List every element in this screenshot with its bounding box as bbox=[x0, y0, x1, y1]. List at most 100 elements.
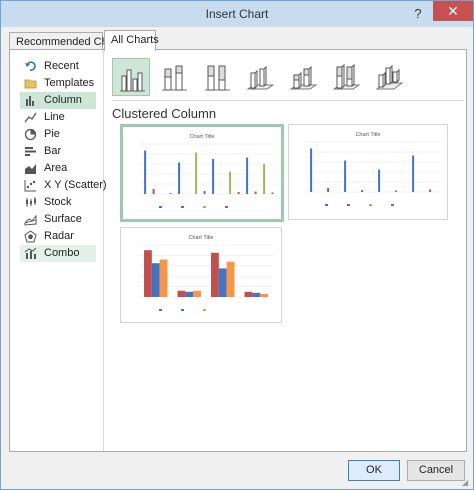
preview-bar bbox=[211, 252, 219, 297]
preview-bar bbox=[159, 259, 168, 297]
preview-bar bbox=[152, 189, 155, 194]
preview-bar bbox=[271, 192, 274, 194]
preview-bar bbox=[193, 290, 201, 297]
preview-chart-2: Chart Title bbox=[305, 132, 441, 206]
preview-bar bbox=[327, 188, 330, 192]
cancel-button[interactable]: Cancel bbox=[407, 460, 465, 481]
divider bbox=[112, 100, 464, 101]
preview-bar bbox=[144, 150, 147, 194]
sidebar-item-radar[interactable]: Radar bbox=[20, 228, 96, 245]
3d-clustered-column-button[interactable] bbox=[241, 58, 279, 96]
preview-legend-swatch bbox=[369, 204, 372, 206]
3d-stacked-column-icon bbox=[289, 65, 317, 90]
all-charts-panel: Recent Templates Column Line Pie Bar Are… bbox=[9, 49, 467, 452]
preview-bar bbox=[203, 191, 206, 194]
preview-chart-title: Chart Title bbox=[189, 134, 214, 140]
pie-chart-icon bbox=[24, 128, 37, 141]
preview-bar bbox=[395, 190, 398, 192]
sidebar-item-xy-scatter[interactable]: X Y (Scatter) bbox=[20, 177, 107, 194]
preview-bar bbox=[260, 293, 268, 297]
preview-legend-swatch bbox=[225, 206, 228, 208]
line-chart-icon bbox=[24, 111, 37, 124]
preview-bar bbox=[212, 159, 215, 194]
sidebar-item-label: Radar bbox=[44, 230, 74, 242]
ok-button[interactable]: OK bbox=[348, 460, 400, 481]
preview-bar bbox=[429, 189, 432, 192]
3d-100-stacked-column-icon bbox=[332, 63, 360, 90]
100-stacked-column-button[interactable] bbox=[198, 58, 236, 96]
chart-preview-1[interactable]: Chart Title bbox=[120, 124, 284, 222]
sidebar-item-recent[interactable]: Recent bbox=[20, 58, 96, 75]
preview-bar bbox=[254, 191, 257, 194]
folder-icon bbox=[24, 77, 37, 90]
chart-preview-2[interactable]: Chart Title bbox=[288, 124, 448, 220]
preview-legend-swatch bbox=[203, 206, 206, 208]
sidebar-item-area[interactable]: Area bbox=[20, 160, 96, 177]
title-bar: Insert Chart ? ✕ bbox=[1, 1, 473, 27]
preview-legend-swatch bbox=[181, 206, 184, 208]
preview-bar bbox=[226, 261, 235, 297]
preview-bar bbox=[237, 192, 240, 194]
preview-bar bbox=[169, 193, 172, 194]
preview-legend-swatch bbox=[391, 204, 394, 206]
preview-bar bbox=[144, 250, 152, 297]
3d-100-stacked-column-button[interactable] bbox=[327, 58, 365, 96]
sidebar-item-label: Combo bbox=[44, 247, 80, 259]
scatter-chart-icon bbox=[24, 179, 37, 192]
preview-bar bbox=[378, 169, 381, 192]
preview-bar bbox=[244, 291, 253, 297]
preview-legend-swatch bbox=[181, 309, 184, 311]
preview-bar bbox=[246, 157, 249, 194]
bar-chart-icon bbox=[24, 145, 37, 158]
preview-bar bbox=[178, 162, 181, 194]
stacked-column-button[interactable] bbox=[155, 58, 193, 96]
preview-bar bbox=[151, 263, 160, 297]
sidebar-item-label: X Y (Scatter) bbox=[44, 179, 107, 191]
100-stacked-column-icon bbox=[205, 65, 230, 91]
sidebar-item-label: Stock bbox=[44, 196, 72, 208]
preview-legend-swatch bbox=[159, 206, 162, 208]
sidebar-item-surface[interactable]: Surface bbox=[20, 211, 96, 228]
chart-preview-3[interactable]: Chart Title bbox=[120, 227, 282, 323]
preview-legend-swatch bbox=[159, 309, 162, 311]
sidebar-item-label: Bar bbox=[44, 145, 62, 157]
undo-arrow-icon bbox=[24, 60, 37, 73]
insert-chart-dialog: Insert Chart ? ✕ Recommended Charts All … bbox=[0, 0, 474, 490]
sidebar-item-stock[interactable]: Stock bbox=[20, 194, 96, 211]
resize-grip-icon[interactable]: ◢ bbox=[462, 478, 471, 487]
clustered-column-icon bbox=[120, 69, 145, 92]
sidebar-item-combo[interactable]: Combo bbox=[20, 245, 96, 262]
preview-chart-title: Chart Title bbox=[355, 132, 380, 138]
stacked-column-icon bbox=[162, 65, 187, 91]
3d-column-icon bbox=[375, 64, 403, 90]
preview-chart-1: Chart Title bbox=[139, 134, 275, 208]
preview-chart-3: Chart Title bbox=[139, 235, 273, 311]
3d-clustered-column-icon bbox=[246, 65, 274, 90]
3d-stacked-column-button[interactable] bbox=[284, 58, 322, 96]
help-button[interactable]: ? bbox=[407, 5, 429, 23]
sidebar-item-column[interactable]: Column bbox=[20, 92, 96, 109]
preview-legend-swatch bbox=[347, 204, 350, 206]
clustered-column-button[interactable] bbox=[112, 58, 150, 96]
preview-legend-swatch bbox=[203, 309, 206, 311]
close-button[interactable]: ✕ bbox=[433, 1, 473, 21]
preview-bar bbox=[263, 164, 266, 194]
tab-all-charts[interactable]: All Charts bbox=[104, 30, 159, 51]
sidebar-item-bar[interactable]: Bar bbox=[20, 143, 96, 160]
chart-category-list: Recent Templates Column Line Pie Bar Are… bbox=[10, 50, 107, 451]
combo-chart-icon bbox=[24, 247, 37, 260]
sidebar-item-label: Pie bbox=[44, 128, 60, 140]
preview-bar bbox=[344, 160, 347, 192]
sidebar-item-templates[interactable]: Templates bbox=[20, 75, 96, 92]
preview-legend-swatch bbox=[325, 204, 328, 206]
preview-bar bbox=[310, 148, 313, 192]
window-title: Insert Chart bbox=[205, 7, 269, 21]
3d-column-button[interactable] bbox=[370, 58, 408, 96]
sidebar-item-pie[interactable]: Pie bbox=[20, 126, 96, 143]
sidebar-item-label: Column bbox=[44, 94, 82, 106]
tab-recommended-charts[interactable]: Recommended Charts bbox=[9, 32, 126, 50]
sidebar-item-line[interactable]: Line bbox=[20, 109, 96, 126]
stock-chart-icon bbox=[24, 196, 37, 209]
chart-subtype-title: Clustered Column bbox=[112, 106, 217, 121]
area-chart-icon bbox=[24, 162, 37, 175]
